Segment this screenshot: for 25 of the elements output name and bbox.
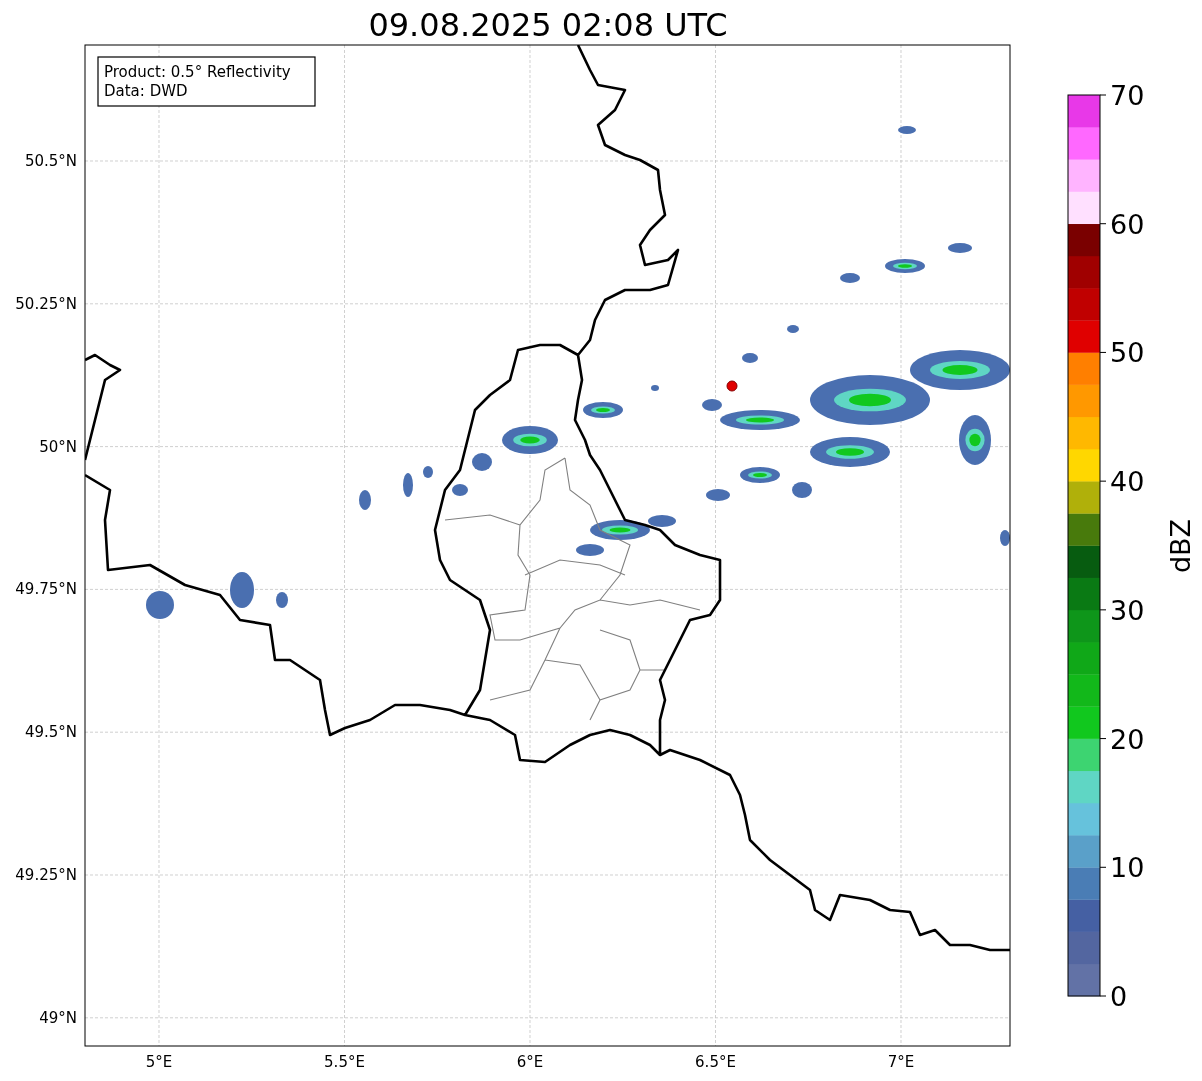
radar-site-marker — [726, 380, 738, 392]
colorbar-tick-label: 70 — [1110, 80, 1145, 111]
colorbar-tick-label: 40 — [1110, 466, 1145, 498]
info-text: Product: 0.5° Reflectivity — [104, 63, 291, 81]
colorbar-tick-label: 30 — [1110, 594, 1145, 626]
tick-label: 6°E — [516, 1053, 544, 1071]
tick-label: 49.5°N — [24, 723, 77, 742]
colorbar-tick-label: 50 — [1110, 337, 1145, 369]
tick-label: 7°E — [887, 1053, 915, 1071]
chart-title: 09.08.2025 02:08 UTC — [368, 6, 728, 44]
colorbar-tick-label: 20 — [1110, 723, 1145, 755]
colorbar-tick-label: 60 — [1110, 208, 1145, 240]
tick-label: 49.25°N — [15, 866, 77, 884]
tick-label: 5.5°E — [324, 1053, 365, 1071]
tick-label: 50.5°N — [24, 152, 77, 170]
tick-label: 49.75°N — [15, 580, 77, 599]
colorbar-tick-label: 0 — [1110, 981, 1128, 1012]
tick-label: 5°E — [145, 1053, 173, 1071]
tick-label: 6.5°E — [695, 1053, 736, 1071]
tick-label: 50.25°N — [15, 294, 77, 313]
info-text: Data: DWD — [104, 82, 188, 100]
colorbar-tick-label: 10 — [1110, 852, 1145, 884]
tick-label: 50°N — [39, 437, 77, 456]
tick-label: 49°N — [39, 1008, 77, 1027]
colorbar-label: dBZ — [1165, 518, 1196, 574]
